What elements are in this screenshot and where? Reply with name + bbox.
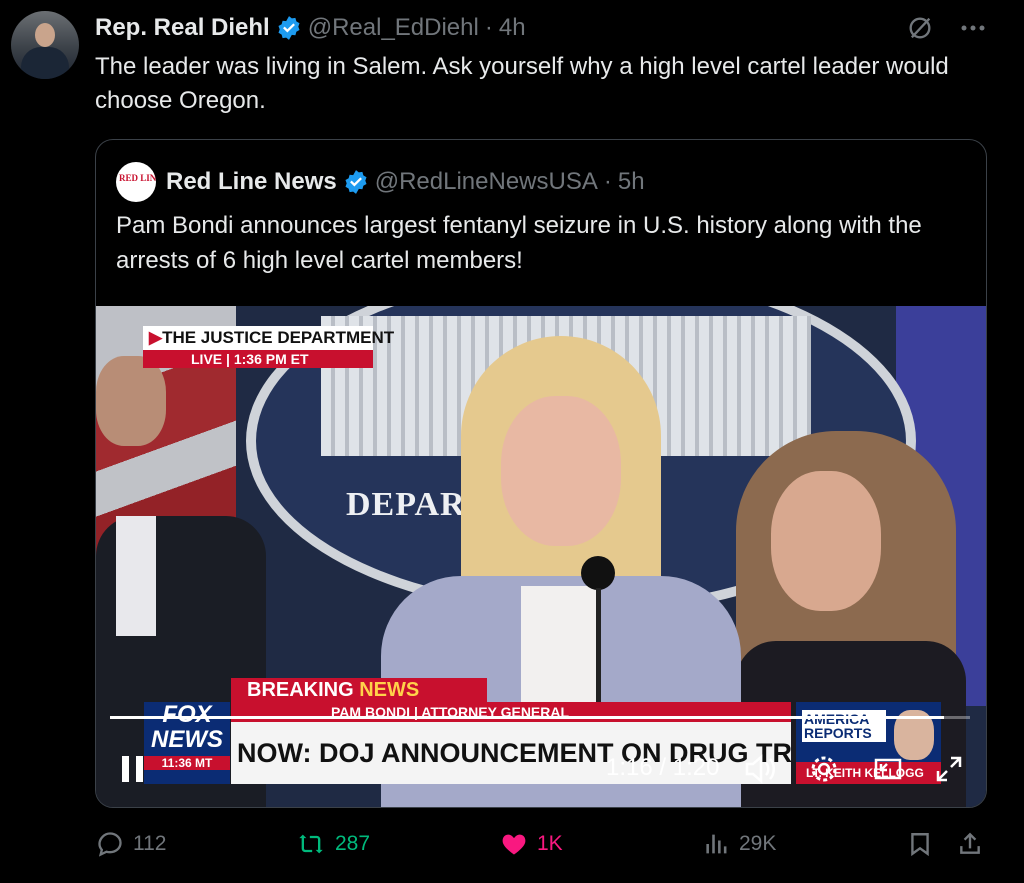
repost-button[interactable]: 287 [295,830,370,858]
share-button[interactable] [957,830,983,858]
bookmark-button[interactable] [907,830,933,858]
bookmark-icon [911,833,929,857]
verified-badge-icon [345,170,367,194]
author-avatar[interactable] [11,11,79,79]
tweet-top-icons [906,14,986,42]
reply-button[interactable]: 112 [95,830,166,858]
live-chyron: ▶THE JUSTICE DEPARTMENT LIVE | 1:36 PM E… [143,326,394,368]
person-left-shirt [116,516,156,636]
separator-dot: · [484,14,493,41]
like-count: 1K [537,832,563,855]
fox-line1: FOX [162,701,212,728]
logo-text: RED LINE NEWS [119,173,156,183]
video-time: 1:16 / 1:20 [606,754,720,781]
quoted-header: RED LINE NEWS Red Line News @RedLineNews… [116,162,645,202]
fullscreen-icon[interactable] [934,754,964,784]
video-progress-bar[interactable] [110,716,970,719]
america-label: AMERICA REPORTS [802,710,886,742]
person-center-face [501,396,621,546]
more-options-icon[interactable] [960,24,986,32]
microphone [581,556,615,590]
picture-in-picture-icon[interactable] [873,754,903,784]
reply-icon [98,832,122,857]
sub-bar: PAM BONDI | ATTORNEY GENERAL [231,702,791,722]
chyron-live: LIVE [191,351,223,367]
chyron-time: 1:36 PM ET [233,351,309,367]
video-player[interactable]: DEPART JUSTI ▶THE JUSTICE DEPARTMENT LIV… [96,306,986,807]
news-text: NEWS [359,679,420,701]
person-left-head [96,356,166,446]
quoted-tweet[interactable]: RED LINE NEWS Red Line News @RedLineNews… [95,139,987,808]
settings-gear-icon[interactable] [809,754,839,784]
reply-count: 112 [133,832,167,855]
verified-badge-icon [278,16,300,40]
tweet-timestamp[interactable]: 4h [499,14,526,42]
pause-icon[interactable] [120,754,146,784]
heart-icon [502,834,526,855]
red-line-news-logo[interactable]: RED LINE NEWS [116,162,156,202]
microphone-stem [596,588,601,718]
chyron-bottom: LIVE | 1:36 PM ET [143,350,373,368]
repost-icon [299,834,323,854]
views-count: 29K [739,832,777,855]
avatar-body [21,47,69,79]
quoted-author-name[interactable]: Red Line News [166,168,337,196]
views-button[interactable]: 29K [703,830,776,858]
volume-icon[interactable] [744,754,778,784]
tweet-text: The leader was living in Salem. Ask your… [95,53,949,114]
chyron-top: ▶THE JUSTICE DEPARTMENT [143,326,394,350]
quoted-timestamp[interactable]: 5h [618,168,645,196]
repost-count: 287 [335,832,371,855]
separator-dot: · [603,168,612,195]
tweet-actions-bar: 112 287 1K 29K [95,830,985,866]
avatar-head [35,23,55,47]
chyron-top-text: THE JUSTICE DEPARTMENT [162,328,395,347]
like-button[interactable]: 1K [499,830,563,858]
video-controls: 1:16 / 1:20 [96,752,986,792]
quoted-text: Pam Bondi announces largest fentanyl sei… [116,212,922,274]
video-progress-fill [110,716,945,719]
author-name[interactable]: Rep. Real Diehl [95,14,270,42]
quoted-handle[interactable]: @RedLineNewsUSA [375,168,598,196]
breaking-news-label: BREAKING NEWS [231,678,487,702]
breaking-text: BREAKING [247,679,360,701]
author-handle[interactable]: @Real_EdDiehl [308,14,479,42]
grok-icon[interactable] [906,14,934,42]
fox-line2: NEWS [151,726,223,753]
person-right-face [771,471,881,611]
tweet-header: Rep. Real Diehl @Real_EdDiehl · 4h [95,14,526,42]
views-chart-icon [706,834,727,854]
share-icon [960,832,980,854]
